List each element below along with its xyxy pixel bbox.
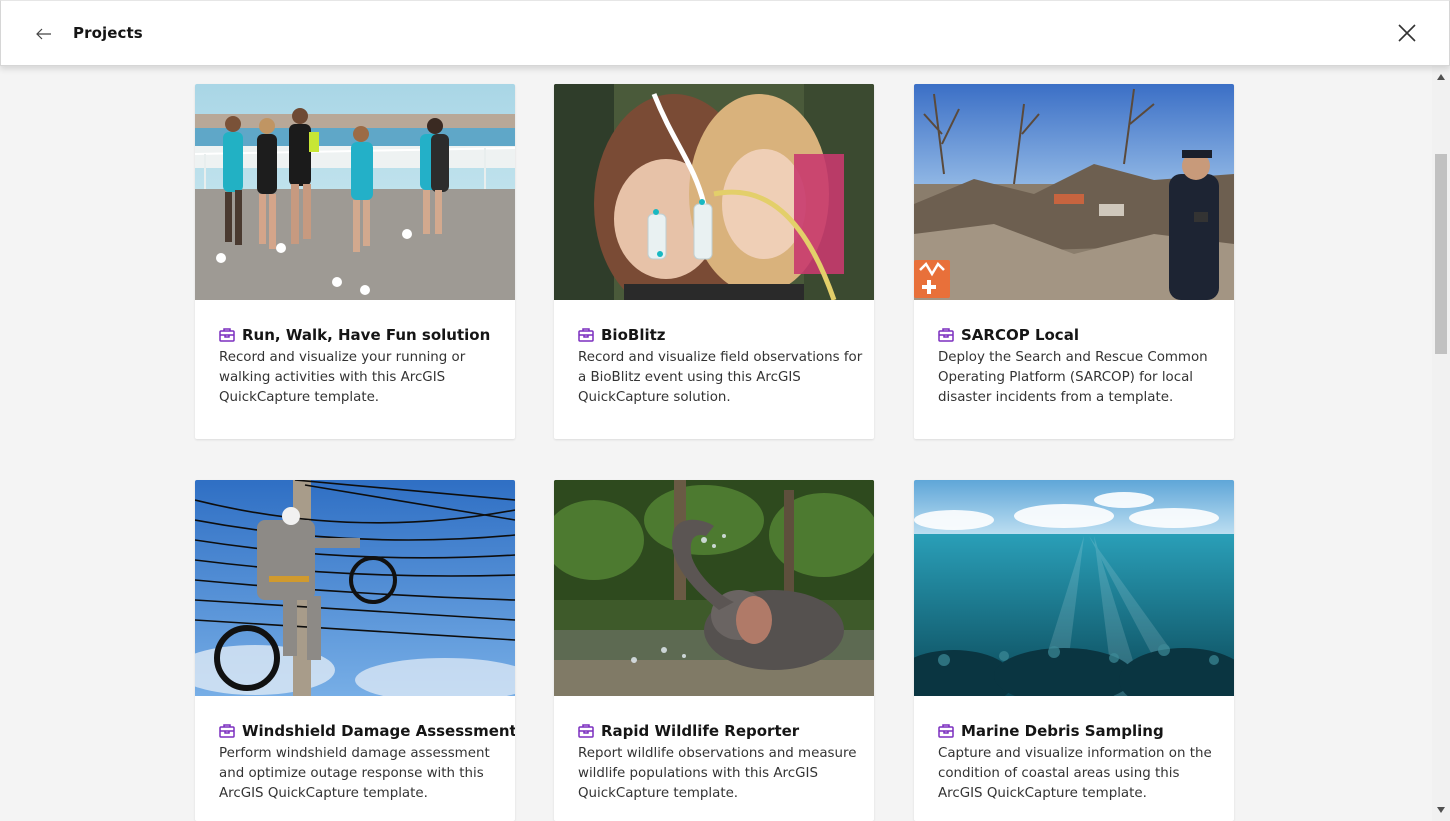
project-card[interactable]: Rapid Wildlife Reporter Report wildlife … [554, 480, 874, 821]
project-card[interactable]: SARCOP Local Deploy the Search and Rescu… [914, 84, 1234, 439]
project-thumbnail-elephant [554, 480, 874, 696]
close-button[interactable] [1393, 19, 1421, 47]
vertical-scrollbar[interactable] [1432, 66, 1450, 821]
briefcase-project-icon [219, 724, 235, 738]
briefcase-project-icon [219, 328, 235, 342]
card-description: Report wildlife observations and measure… [578, 746, 857, 801]
card-description: Deploy the Search and Rescue Common Oper… [938, 350, 1208, 405]
project-thumbnail-reef [914, 480, 1234, 696]
card-description: Record and visualize field observations … [578, 350, 863, 405]
project-thumbnail-sarcop [914, 84, 1234, 300]
close-icon [1398, 24, 1416, 42]
card-description: Capture and visualize information on the… [938, 746, 1212, 801]
header-bar: Projects [0, 0, 1450, 66]
project-card[interactable]: Run, Walk, Have Fun solution Record and … [195, 84, 515, 439]
project-thumbnail-lineman [195, 480, 515, 696]
card-title: SARCOP Local [961, 326, 1079, 344]
project-card[interactable]: BioBlitz Record and visualize field obse… [554, 84, 874, 439]
project-thumbnail-runners [195, 84, 515, 300]
briefcase-project-icon [578, 328, 594, 342]
scrollbar-thumb[interactable] [1435, 154, 1447, 354]
arrow-left-icon [36, 28, 51, 40]
card-title: Rapid Wildlife Reporter [601, 722, 800, 740]
back-button[interactable] [31, 21, 57, 47]
briefcase-project-icon [938, 724, 954, 738]
scroll-up-arrow-icon[interactable] [1432, 70, 1450, 84]
card-description: Record and visualize your running or wal… [219, 350, 466, 405]
briefcase-project-icon [938, 328, 954, 342]
card-title: Windshield Damage Assessment [242, 722, 515, 740]
briefcase-project-icon [578, 724, 594, 738]
page-title: Projects [73, 24, 143, 42]
project-thumbnail-bioblitz [554, 84, 874, 300]
project-card[interactable]: Marine Debris Sampling Capture and visua… [914, 480, 1234, 821]
project-card[interactable]: Windshield Damage Assessment Perform win… [195, 480, 515, 821]
card-description: Perform windshield damage assessment and… [219, 746, 490, 801]
card-title: Marine Debris Sampling [961, 722, 1164, 740]
card-title: BioBlitz [601, 326, 666, 344]
scroll-down-arrow-icon[interactable] [1432, 803, 1450, 817]
card-title: Run, Walk, Have Fun solution [242, 326, 491, 344]
